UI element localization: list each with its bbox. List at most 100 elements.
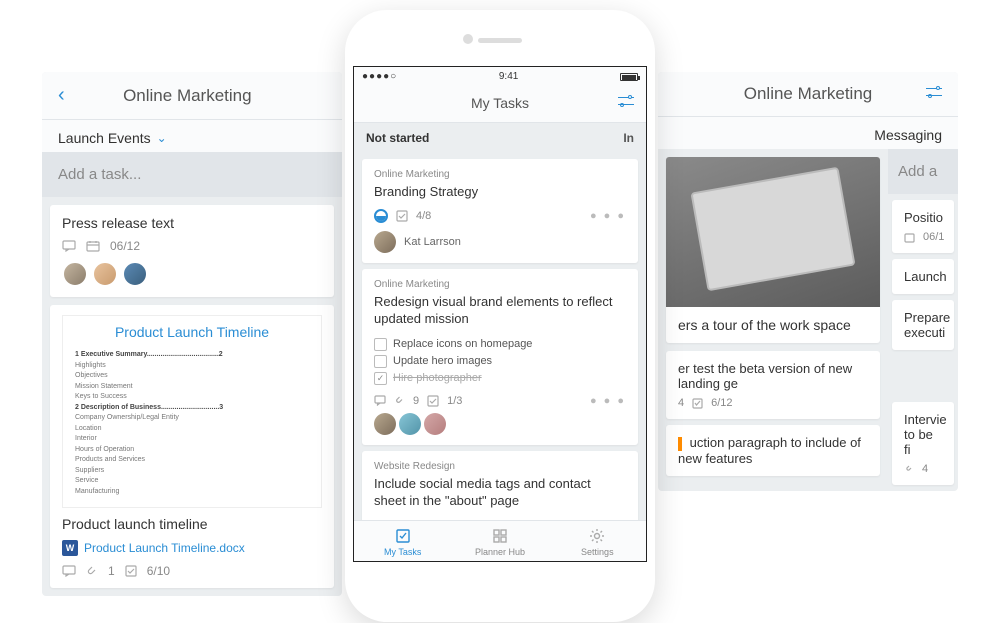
task-card[interactable]: Product Launch Timeline 1 Executive Summ…	[50, 305, 334, 588]
attachment-row[interactable]: W Product Launch Timeline.docx	[62, 540, 322, 556]
gear-icon	[549, 527, 646, 545]
task-card[interactable]: ers a tour of the work space	[666, 157, 880, 343]
task-meta: 06/1	[904, 231, 942, 243]
avatar	[399, 413, 421, 435]
nav-mytasks[interactable]: My Tasks	[354, 521, 451, 561]
back-icon[interactable]: ‹	[58, 84, 65, 107]
check-item[interactable]: Hire photographer	[374, 370, 626, 387]
task-photo	[666, 157, 880, 307]
task-card[interactable]: Prepare executi	[892, 300, 954, 350]
bucket-label: Messaging	[858, 117, 958, 149]
attachment-count: 9	[413, 395, 419, 407]
checklist: Replace icons on homepage Update hero im…	[374, 336, 626, 387]
bucket-header: Not started In	[354, 123, 646, 153]
nav-plannerhub[interactable]: Planner Hub	[451, 521, 548, 561]
signal-icon: ●●●●○	[362, 71, 397, 82]
due-date: 06/1	[923, 231, 944, 243]
task-card[interactable]: Intervie to be fi 4	[892, 402, 954, 485]
task-card[interactable]: Online Marketing Branding Strategy 4/8 ●…	[362, 159, 638, 263]
progress-icon	[374, 209, 388, 223]
checklist-icon	[692, 397, 703, 409]
bucket-label: Not started	[366, 131, 429, 145]
attachment-icon	[904, 463, 914, 475]
add-task-input[interactable]: Add a task...	[42, 152, 342, 197]
assignee-avatars	[374, 413, 626, 435]
plan-name: Website Redesign	[374, 461, 626, 472]
avatar	[62, 261, 88, 287]
mytasks-icon	[354, 527, 451, 545]
right-tablet-board: Online Marketing Messaging ers a tour of…	[658, 72, 958, 491]
bucket-label-partial: In	[623, 131, 634, 145]
filename: Product Launch Timeline.docx	[84, 541, 245, 555]
assignee-avatars	[62, 261, 322, 287]
task-title: Intervie to be fi	[904, 412, 942, 457]
bucket-label: Launch Events	[58, 130, 151, 146]
attachment-icon	[394, 395, 405, 406]
check-item[interactable]: Replace icons on homepage	[374, 336, 626, 353]
board-title: Online Marketing	[65, 86, 310, 106]
checklist-icon	[427, 395, 439, 407]
attachment-count: 1	[108, 564, 115, 578]
task-title: Include social media tags and contact sh…	[374, 476, 626, 510]
task-title: ers a tour of the work space	[666, 307, 880, 343]
task-card[interactable]: Press release text 06/12	[50, 205, 334, 297]
status-time: 9:41	[499, 71, 518, 82]
plan-name: Online Marketing	[374, 279, 626, 290]
check-item[interactable]: Update hero images	[374, 353, 626, 370]
avatar	[92, 261, 118, 287]
task-card[interactable]: uction paragraph to include of new featu…	[666, 425, 880, 476]
task-card[interactable]: er test the beta version of new landing …	[666, 351, 880, 419]
screen-header: My Tasks	[354, 86, 646, 123]
checklist-icon	[125, 565, 137, 577]
word-icon: W	[62, 540, 78, 556]
doc-thumbnail: Product Launch Timeline 1 Executive Summ…	[62, 315, 322, 508]
comment-icon	[62, 565, 76, 577]
checkbox-icon[interactable]	[374, 338, 387, 351]
avatar	[122, 261, 148, 287]
task-title: er test the beta version of new landing …	[678, 361, 868, 391]
checklist-icon	[396, 210, 408, 222]
left-tablet-board: ‹ Online Marketing Launch Events ⌄ Add a…	[42, 72, 342, 596]
task-meta: 4	[904, 463, 942, 475]
comment-icon	[374, 395, 386, 406]
more-icon[interactable]: ● ● ●	[590, 395, 626, 407]
calendar-icon	[904, 231, 915, 243]
right-header: Online Marketing	[658, 72, 958, 117]
left-header: ‹ Online Marketing	[42, 72, 342, 120]
task-card[interactable]: Website Redesign Include social media ta…	[362, 451, 638, 520]
task-title: Redesign visual brand elements to reflec…	[374, 294, 626, 328]
status-bar: ●●●●○ 9:41	[354, 67, 646, 86]
checklist-count: 6/12	[711, 397, 732, 409]
filter-icon[interactable]	[926, 85, 942, 103]
checkbox-icon[interactable]	[374, 355, 387, 368]
task-title: uction paragraph to include of new featu…	[678, 435, 861, 466]
task-meta: 06/12	[62, 239, 322, 253]
task-title: Branding Strategy	[374, 184, 626, 201]
checkbox-icon[interactable]	[374, 372, 387, 385]
task-title: Press release text	[62, 215, 322, 231]
bottom-nav: My Tasks Planner Hub Settings	[354, 520, 646, 561]
task-title: Positio	[904, 210, 942, 225]
battery-icon	[620, 73, 638, 81]
task-list[interactable]: Online Marketing Branding Strategy 4/8 ●…	[354, 153, 646, 520]
checklist-count: 6/10	[147, 564, 170, 578]
more-icon[interactable]: ● ● ●	[590, 210, 626, 222]
calendar-icon	[86, 240, 100, 252]
doc-thumb-title: Product Launch Timeline	[75, 324, 309, 340]
chevron-down-icon: ⌄	[157, 131, 167, 145]
add-task-input[interactable]: Add a	[888, 149, 958, 194]
task-card[interactable]: Online Marketing Redesign visual brand e…	[362, 269, 638, 445]
nav-settings[interactable]: Settings	[549, 521, 646, 561]
screen-title: My Tasks	[471, 95, 529, 111]
hub-icon	[451, 527, 548, 545]
attachment-count: 4	[922, 463, 928, 475]
avatar	[374, 231, 396, 253]
filter-icon[interactable]	[618, 94, 634, 112]
due-date: 06/12	[110, 239, 140, 253]
task-card[interactable]: Positio 06/1	[892, 200, 954, 253]
board-title: Online Marketing	[744, 84, 873, 104]
task-title: Launch	[904, 269, 942, 284]
avatar	[424, 413, 446, 435]
bucket-selector[interactable]: Launch Events ⌄	[42, 120, 342, 152]
task-card[interactable]: Launch	[892, 259, 954, 294]
